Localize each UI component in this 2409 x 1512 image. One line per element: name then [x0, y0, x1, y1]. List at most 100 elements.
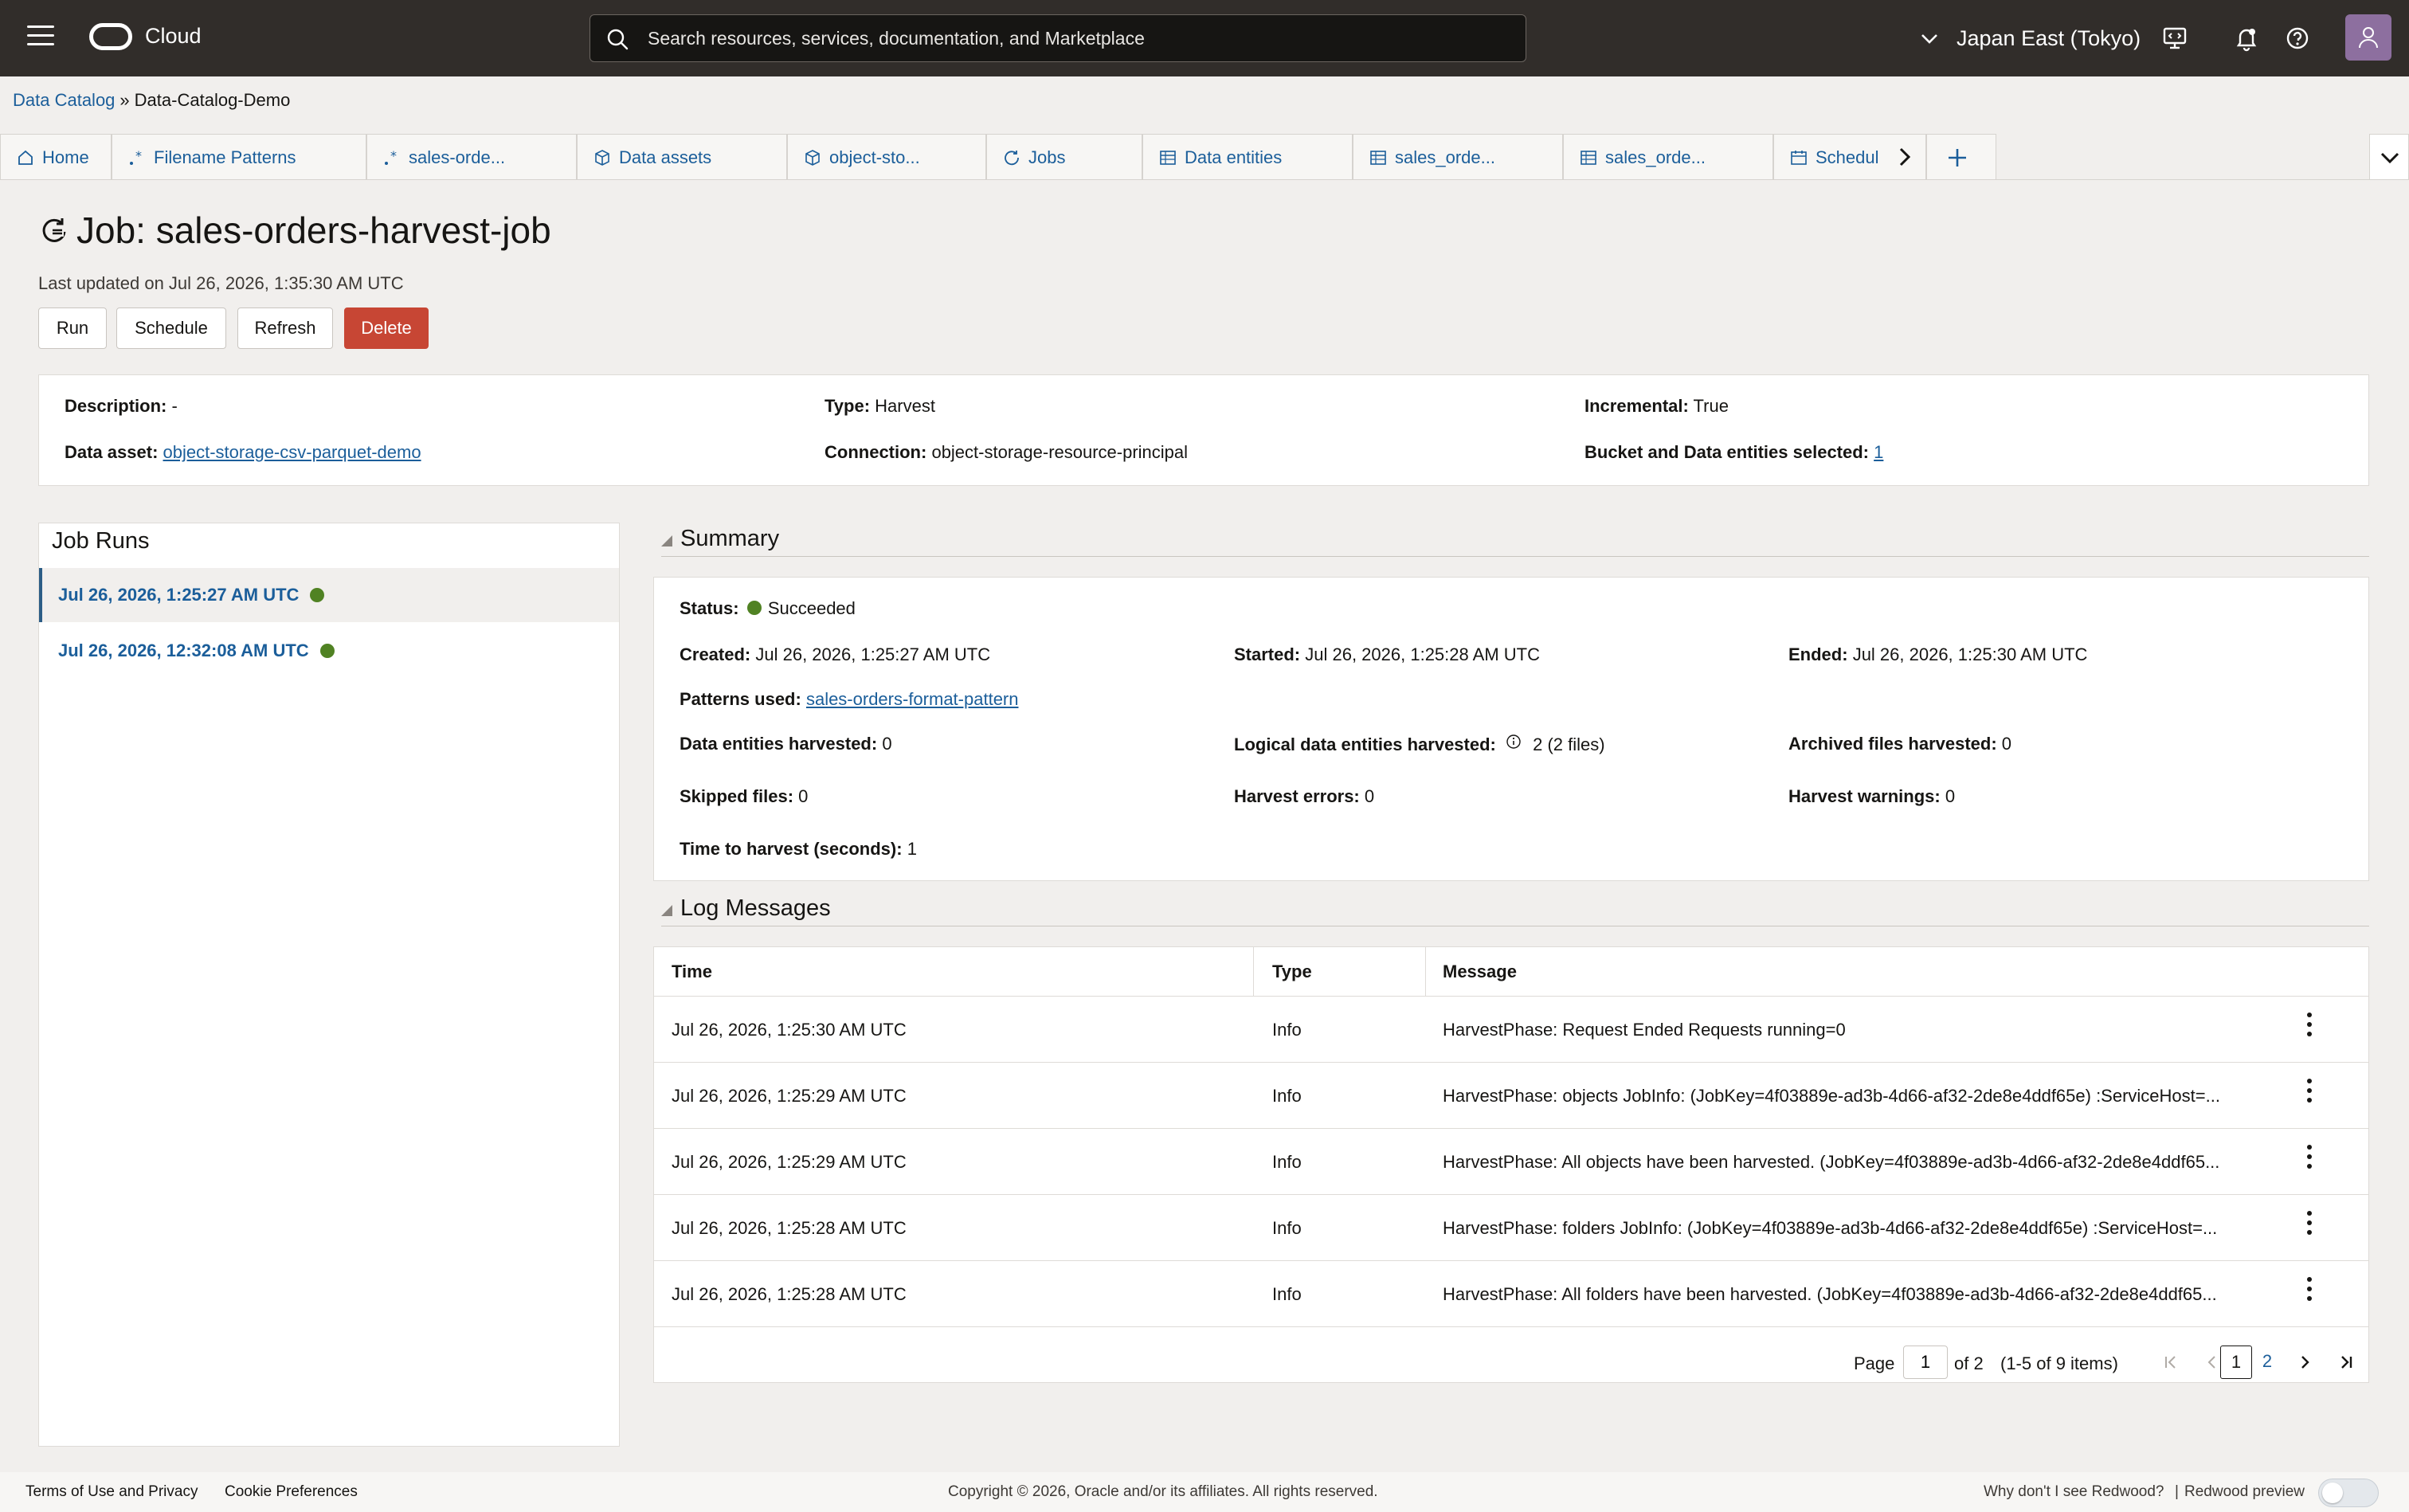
tab-object-storage-asset[interactable]: object-sto...	[787, 134, 986, 180]
cell-message: HarvestPhase: folders JobInfo: (JobKey=4…	[1443, 1218, 2218, 1238]
tab-data-entities[interactable]: Data entities	[1142, 134, 1353, 180]
job-run-label: Jul 26, 2026, 12:32:08 AM UTC	[58, 640, 309, 660]
column-header-time[interactable]: Time	[672, 962, 712, 982]
page-label: Page	[1854, 1353, 1895, 1373]
tab-sales-orders-entity-2[interactable]: sales_orde...	[1563, 134, 1773, 180]
harvest-errors-value: 0	[1364, 786, 1375, 806]
column-header-type[interactable]: Type	[1272, 962, 1312, 982]
table-row[interactable]: Jul 26, 2026, 1:25:29 AM UTC Info Harves…	[654, 1129, 2368, 1195]
harvest-errors-label: Harvest errors:	[1234, 786, 1360, 806]
archived-files-label: Archived files harvested:	[1788, 734, 1997, 754]
cell-message: HarvestPhase: objects JobInfo: (JobKey=4…	[1443, 1086, 2220, 1106]
search-input[interactable]	[648, 15, 1508, 61]
page-1-button[interactable]: 1	[2220, 1346, 2252, 1379]
row-actions-icon[interactable]	[2300, 1145, 2319, 1177]
pattern-icon: *	[130, 149, 142, 165]
page-range-label: (1-5 of 9 items)	[2000, 1353, 2118, 1373]
row-actions-icon[interactable]	[2300, 1013, 2319, 1044]
scroll-tabs-right-icon[interactable]	[1893, 145, 1917, 169]
bucket-entities-link[interactable]: 1	[1874, 442, 1883, 462]
started-field: Started: Jul 26, 2026, 1:25:28 AM UTC	[1234, 644, 1540, 665]
entities-harvested-field: Data entities harvested: 0	[680, 734, 892, 754]
table-row[interactable]: Jul 26, 2026, 1:25:29 AM UTC Info Harves…	[654, 1063, 2368, 1129]
table-icon	[1370, 150, 1386, 165]
tab-label: sales_orde...	[1605, 147, 1706, 167]
column-header-message[interactable]: Message	[1443, 962, 1517, 982]
tab-sales-orders-pattern[interactable]: * sales-orde...	[366, 134, 577, 180]
copyright: Copyright © 2026, Oracle and/or its affi…	[948, 1483, 1378, 1500]
tab-home[interactable]: Home	[0, 134, 112, 180]
log-messages-table: Time Type Message Jul 26, 2026, 1:25:30 …	[653, 946, 2369, 1383]
cookie-preferences-link[interactable]: Cookie Preferences	[225, 1483, 358, 1501]
info-icon[interactable]	[1506, 734, 1522, 750]
brand-label: Cloud	[145, 24, 202, 48]
summary-section-toggle[interactable]: Summary	[661, 526, 779, 552]
ended-value: Jul 26, 2026, 1:25:30 AM UTC	[1852, 644, 2088, 664]
schedule-button[interactable]: Schedule	[116, 307, 226, 349]
tab-list-dropdown[interactable]	[2369, 134, 2409, 180]
search-icon	[607, 29, 629, 50]
row-actions-icon[interactable]	[2300, 1211, 2319, 1243]
tab-label: object-sto...	[829, 147, 920, 167]
cube-icon	[805, 149, 820, 166]
tab-filename-patterns[interactable]: * Filename Patterns	[112, 134, 366, 180]
job-run-label: Jul 26, 2026, 1:25:27 AM UTC	[58, 585, 300, 605]
region-selector[interactable]: Japan East (Tokyo)	[1920, 22, 2141, 54]
developer-tools-icon[interactable]	[2160, 24, 2189, 53]
add-tab-button[interactable]	[1926, 134, 1996, 180]
next-page-icon[interactable]	[2289, 1346, 2321, 1379]
last-page-icon[interactable]	[2330, 1346, 2362, 1379]
tab-data-assets[interactable]: Data assets	[577, 134, 787, 180]
log-messages-section-toggle[interactable]: Log Messages	[661, 895, 831, 922]
first-page-icon[interactable]	[2155, 1346, 2187, 1379]
footer: Terms of Use and Privacy Cookie Preferen…	[0, 1472, 2409, 1512]
table-row[interactable]: Jul 26, 2026, 1:25:30 AM UTC Info Harves…	[654, 997, 2368, 1063]
delete-button[interactable]: Delete	[344, 307, 429, 349]
created-label: Created:	[680, 644, 751, 664]
status-success-icon	[310, 588, 325, 602]
connection-field: Connection: object-storage-resource-prin…	[825, 442, 1188, 463]
job-runs-panel: Job Runs Jul 26, 2026, 1:25:27 AM UTC Ju…	[38, 523, 620, 1447]
skipped-files-field: Skipped files: 0	[680, 786, 808, 807]
terms-link[interactable]: Terms of Use and Privacy	[25, 1483, 198, 1501]
menu-icon[interactable]	[27, 25, 54, 49]
oracle-logo[interactable]	[89, 23, 132, 50]
redwood-question-link[interactable]: Why don't I see Redwood?	[1984, 1483, 2164, 1501]
tab-jobs[interactable]: Jobs	[986, 134, 1142, 180]
description-value: -	[171, 396, 178, 416]
notifications-bell-icon[interactable]	[2232, 24, 2261, 53]
run-button[interactable]: Run	[38, 307, 107, 349]
logical-entities-field: Logical data entities harvested: 2 (2 fi…	[1234, 734, 1605, 755]
row-actions-icon[interactable]	[2300, 1277, 2319, 1309]
page-number-input[interactable]	[1903, 1346, 1948, 1379]
bucket-entities-field: Bucket and Data entities selected: 1	[1584, 442, 1883, 463]
refresh-button[interactable]: Refresh	[237, 307, 333, 349]
job-run-item[interactable]: Jul 26, 2026, 1:25:27 AM UTC	[39, 568, 619, 622]
job-run-item[interactable]: Jul 26, 2026, 12:32:08 AM UTC	[39, 624, 619, 678]
data-asset-link[interactable]: object-storage-csv-parquet-demo	[163, 442, 421, 462]
patterns-link[interactable]: sales-orders-format-pattern	[806, 689, 1019, 709]
profile-avatar[interactable]	[2345, 14, 2391, 61]
incremental-field: Incremental: True	[1584, 396, 1729, 417]
type-value: Harvest	[875, 396, 935, 416]
skipped-files-label: Skipped files:	[680, 786, 794, 806]
help-icon[interactable]	[2283, 24, 2312, 53]
table-icon	[1160, 150, 1176, 165]
status-value: Succeeded	[767, 598, 856, 618]
table-row[interactable]: Jul 26, 2026, 1:25:28 AM UTC Info Harves…	[654, 1261, 2368, 1327]
chevron-down-icon	[2380, 152, 2399, 164]
page-2-button[interactable]: 2	[2255, 1346, 2279, 1379]
row-actions-icon[interactable]	[2300, 1079, 2319, 1110]
svg-text:*: *	[135, 149, 142, 163]
summary-title: Summary	[680, 526, 780, 551]
tab-sales-orders-entity-1[interactable]: sales_orde...	[1353, 134, 1563, 180]
logical-entities-label: Logical data entities harvested:	[1234, 734, 1496, 754]
description-field: Description: -	[65, 396, 178, 417]
cell-type: Info	[1272, 1086, 1302, 1106]
type-label: Type:	[825, 396, 871, 416]
started-value: Jul 26, 2026, 1:25:28 AM UTC	[1305, 644, 1540, 664]
redwood-preview-toggle[interactable]	[2318, 1479, 2379, 1507]
table-row[interactable]: Jul 26, 2026, 1:25:28 AM UTC Info Harves…	[654, 1195, 2368, 1261]
search-box[interactable]	[590, 14, 1526, 62]
breadcrumb-data-catalog-link[interactable]: Data Catalog	[13, 90, 115, 110]
